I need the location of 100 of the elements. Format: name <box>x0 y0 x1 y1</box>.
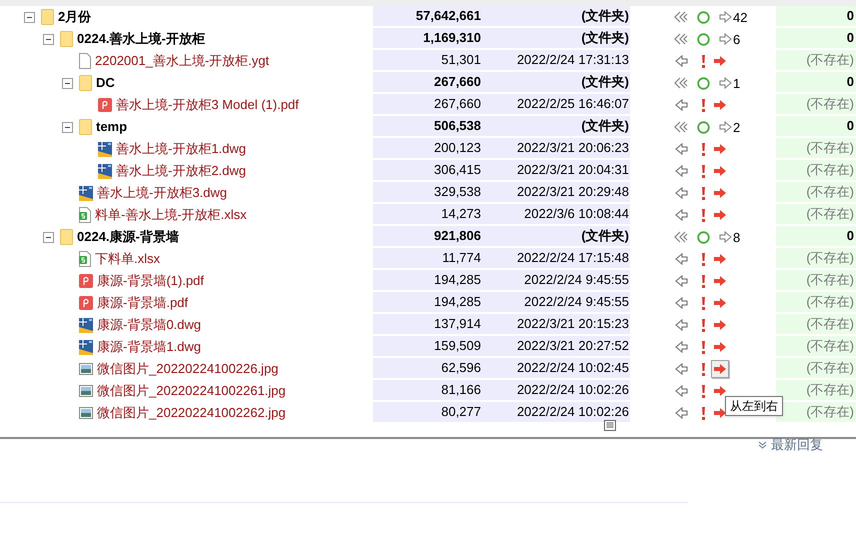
collapse-toggle[interactable] <box>62 122 73 132</box>
double-left-arrow-icon[interactable] <box>674 77 688 89</box>
right-arrow-icon[interactable] <box>719 231 733 243</box>
right-arrow-icon[interactable] <box>719 77 733 89</box>
left-arrow-icon[interactable] <box>674 165 688 177</box>
right-arrow-icon <box>714 188 726 198</box>
date-cell: 2022/2/24 17:15:48 <box>483 248 630 270</box>
right-arrow-icon[interactable] <box>719 33 733 45</box>
file-name[interactable]: 康源-背景墙.pdf <box>97 293 188 313</box>
date-cell: (文件夹) <box>483 116 630 138</box>
latest-replies-link[interactable]: 最新回复 <box>771 435 823 454</box>
double-left-arrow-icon[interactable] <box>674 231 688 243</box>
exclamation-icon <box>701 252 706 266</box>
size-cell: 200,123 <box>373 138 483 160</box>
target-cell: (不存在) <box>776 336 856 358</box>
target-cell: 0 <box>776 6 856 28</box>
right-arrow-icon <box>714 386 726 396</box>
folder-name[interactable]: 0224.康源-背景墙 <box>77 227 179 247</box>
double-chevron-icon[interactable] <box>758 440 767 449</box>
circle-icon[interactable] <box>697 230 710 244</box>
folder-name[interactable]: DC <box>96 73 115 93</box>
left-arrow-icon[interactable] <box>674 319 688 331</box>
file-name[interactable]: 善水上境-开放柜2.dwg <box>116 161 246 181</box>
left-arrow-icon[interactable] <box>674 385 688 397</box>
target-cell: (不存在) <box>776 50 856 72</box>
file-name[interactable]: 善水上境-开放柜3 Model (1).pdf <box>116 95 299 115</box>
date-cell: (文件夹) <box>483 28 630 50</box>
double-left-arrow-icon[interactable] <box>674 33 688 45</box>
right-arrow-icon[interactable] <box>719 11 733 23</box>
right-arrow-icon <box>714 166 726 176</box>
target-cell: (不存在) <box>776 182 856 204</box>
file-name[interactable]: 微信图片_202202241002261.jpg <box>97 381 286 401</box>
size-cell: 62,596 <box>373 358 483 380</box>
tooltip: 从左到右 <box>725 396 783 416</box>
date-cell: 2022/3/21 20:29:48 <box>483 182 630 204</box>
date-cell: 2022/3/21 20:27:52 <box>483 336 630 358</box>
target-cell: (不存在) <box>776 204 856 226</box>
file-name[interactable]: 2202001_善水上境-开放柜.ygt <box>95 51 270 71</box>
image-file-icon <box>79 363 93 375</box>
date-cell: (文件夹) <box>483 226 630 248</box>
target-cell: 0 <box>776 72 856 94</box>
file-name[interactable]: 微信图片_20220224100226.jpg <box>97 359 278 379</box>
left-arrow-icon[interactable] <box>674 209 688 221</box>
left-arrow-icon[interactable] <box>674 187 688 199</box>
size-cell: 159,509 <box>373 336 483 358</box>
target-cell: (不存在) <box>776 248 856 270</box>
left-arrow-icon[interactable] <box>674 55 688 67</box>
exclamation-icon <box>701 340 706 354</box>
file-name[interactable]: 善水上境-开放柜3.dwg <box>97 183 228 203</box>
size-cell: 57,642,661 <box>373 6 483 28</box>
file-name[interactable]: 康源-背景墙1.dwg <box>97 337 202 357</box>
target-cell: (不存在) <box>776 314 856 336</box>
double-left-arrow-icon[interactable] <box>674 11 688 23</box>
size-cell: 267,660 <box>373 94 483 116</box>
file-name[interactable]: 微信图片_202202241002262.jpg <box>97 403 286 423</box>
left-arrow-icon[interactable] <box>674 253 688 265</box>
circle-icon[interactable] <box>697 76 710 90</box>
left-arrow-icon[interactable] <box>674 275 688 287</box>
pdf-icon <box>79 296 93 310</box>
file-name[interactable]: 下料单.xlsx <box>95 249 160 269</box>
folder-name[interactable]: temp <box>96 117 128 137</box>
exclamation-icon <box>701 384 706 398</box>
circle-icon[interactable] <box>697 32 710 46</box>
file-name[interactable]: 康源-背景墙0.dwg <box>97 315 202 335</box>
list-icon[interactable] <box>604 420 616 431</box>
spreadsheet-icon <box>79 207 91 223</box>
image-file-icon <box>79 407 93 419</box>
target-cell: (不存在) <box>776 358 856 380</box>
file-name[interactable]: 料单-善水上境-开放柜.xlsx <box>95 205 247 225</box>
date-cell: 2022/3/6 10:08:44 <box>483 204 630 226</box>
collapse-toggle[interactable] <box>43 34 54 44</box>
exclamation-icon <box>701 142 706 156</box>
collapse-toggle[interactable] <box>24 12 35 22</box>
size-cell: 80,277 <box>373 402 483 424</box>
collapse-toggle[interactable] <box>62 78 73 88</box>
circle-icon[interactable] <box>697 120 710 134</box>
left-arrow-icon[interactable] <box>674 407 688 419</box>
folder-name[interactable]: 0224.善水上境-开放柜 <box>77 29 205 49</box>
size-cell: 137,914 <box>373 314 483 336</box>
size-cell: 194,285 <box>373 292 483 314</box>
left-arrow-icon[interactable] <box>674 341 688 353</box>
file-name[interactable]: 善水上境-开放柜1.dwg <box>116 139 246 159</box>
date-cell: 2022/2/24 9:45:55 <box>483 292 630 314</box>
target-cell: 0 <box>776 28 856 50</box>
size-cell: 921,806 <box>373 226 483 248</box>
copy-right-button[interactable] <box>711 360 729 378</box>
right-arrow-icon[interactable] <box>719 121 733 133</box>
file-icon <box>79 53 91 69</box>
left-arrow-icon[interactable] <box>674 143 688 155</box>
left-arrow-icon[interactable] <box>674 363 688 375</box>
right-arrow-icon <box>714 276 726 286</box>
collapse-toggle[interactable] <box>43 232 54 242</box>
target-cell: (不存在) <box>776 270 856 292</box>
exclamation-icon <box>701 274 706 288</box>
double-left-arrow-icon[interactable] <box>674 121 688 133</box>
circle-icon[interactable] <box>697 10 710 24</box>
file-name[interactable]: 康源-背景墙(1).pdf <box>97 271 204 291</box>
left-arrow-icon[interactable] <box>674 297 688 309</box>
left-arrow-icon[interactable] <box>674 99 688 111</box>
folder-name[interactable]: 2月份 <box>58 7 92 27</box>
